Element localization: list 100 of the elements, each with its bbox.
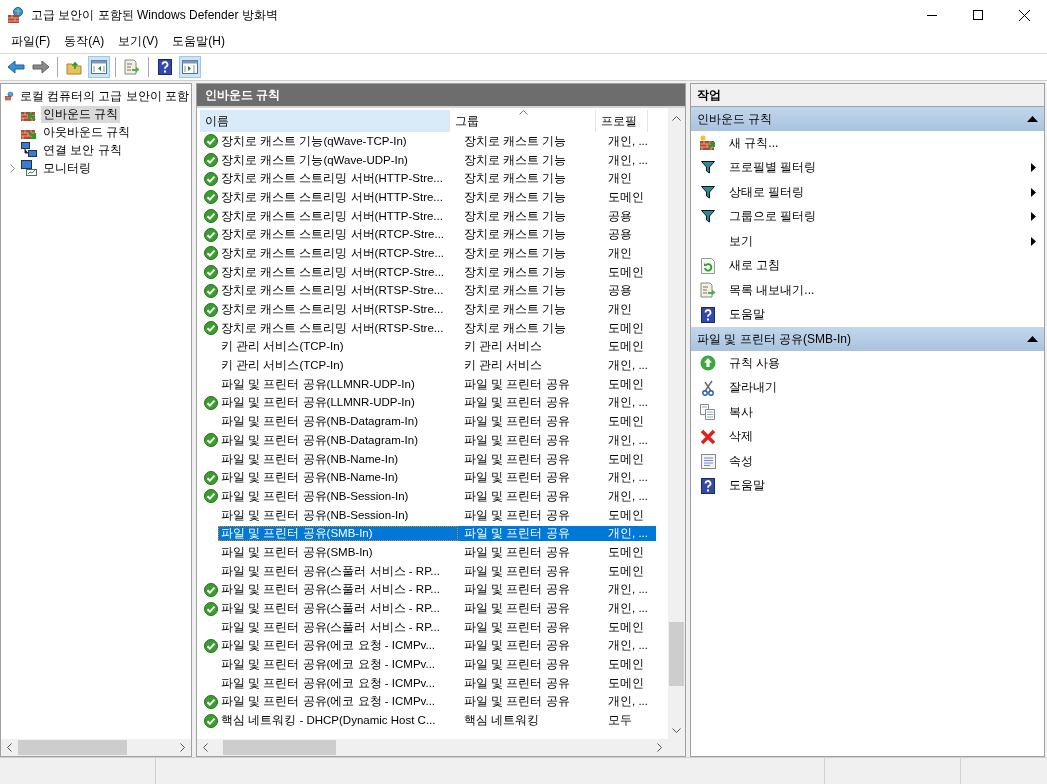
table-cell[interactable]: 파일 및 프린터 공유(NB-Name-In) bbox=[218, 451, 458, 467]
table-cell[interactable]: 파일 및 프린터 공유(SMB-In) bbox=[218, 526, 458, 542]
column-header[interactable]: 그룹 bbox=[450, 110, 596, 132]
table-cell[interactable]: 장치로 캐스트 스트리밍 서버(HTTP-Stre... bbox=[218, 171, 458, 187]
table-cell[interactable]: 파일 및 프린터 공유(스풀러 서비스 - RP... bbox=[218, 619, 458, 635]
tree-item[interactable]: 아웃바운드 규칙 bbox=[41, 123, 133, 141]
action-item[interactable]: 규칙 사용 bbox=[691, 351, 1044, 376]
sort-ascending-icon bbox=[518, 110, 528, 115]
table-cell[interactable]: 파일 및 프린터 공유(스풀러 서비스 - RP... bbox=[218, 582, 458, 598]
action-item[interactable]: 잘라내기 bbox=[691, 375, 1044, 400]
section-header[interactable]: 파일 및 프린터 공유(SMB-In) bbox=[691, 327, 1044, 351]
table-cell[interactable]: 파일 및 프린터 공유(SMB-In) bbox=[218, 544, 458, 560]
table-cell[interactable]: 파일 및 프린터 공유(스풀러 서비스 - RP... bbox=[218, 563, 458, 579]
column-header[interactable]: 이름 bbox=[200, 110, 450, 132]
forward-arrow-icon[interactable] bbox=[32, 60, 50, 74]
table-cell[interactable]: 파일 및 프린터 공유(에코 요청 - ICMPv... bbox=[218, 657, 458, 673]
export-list-icon[interactable] bbox=[124, 59, 140, 75]
table-cell[interactable]: 장치로 캐스트 스트리밍 서버(HTTP-Stre... bbox=[218, 189, 458, 205]
action-item[interactable]: 프로필별 필터링 bbox=[691, 155, 1044, 180]
menu-item[interactable]: 보기(V) bbox=[111, 31, 166, 52]
table-cell[interactable]: 파일 및 프린터 공유(LLMNR-UDP-In) bbox=[218, 395, 458, 411]
help-icon[interactable] bbox=[158, 59, 172, 75]
scroll-right-icon[interactable] bbox=[657, 743, 662, 752]
action-item[interactable]: 도움말 bbox=[691, 473, 1044, 498]
table-cell[interactable]: 파일 및 프린터 공유(에코 요청 - ICMPv... bbox=[218, 694, 458, 710]
action-item[interactable]: 새 규칙... bbox=[691, 131, 1044, 156]
scrollbar-thumb[interactable] bbox=[222, 740, 337, 755]
tree-item[interactable]: 모니터링 bbox=[41, 159, 93, 177]
table-cell[interactable]: 파일 및 프린터 공유(NB-Datagram-In) bbox=[218, 414, 458, 430]
table-cell[interactable]: 파일 및 프린터 공유(NB-Session-In) bbox=[218, 507, 458, 523]
table-cell[interactable]: 키 관리 서비스(TCP-In) bbox=[218, 339, 458, 355]
minimize-icon[interactable] bbox=[927, 14, 937, 16]
action-item[interactable]: 속성 bbox=[691, 449, 1044, 474]
section-header[interactable]: 인바운드 규칙 bbox=[691, 107, 1044, 131]
table-cell[interactable]: 장치로 캐스트 스트리밍 서버(RTSP-Stre... bbox=[218, 302, 458, 318]
table-cell[interactable]: 키 관리 서비스(TCP-In) bbox=[218, 358, 458, 374]
scroll-up-icon[interactable] bbox=[672, 115, 681, 121]
expand-chevron-icon[interactable] bbox=[9, 163, 15, 173]
table-cell[interactable]: 장치로 캐스트 스트리밍 서버(RTCP-Stre... bbox=[218, 264, 458, 280]
action-item[interactable]: 그룹으로 필터링 bbox=[691, 204, 1044, 229]
table-cell[interactable]: 파일 및 프린터 공유(LLMNR-UDP-In) bbox=[218, 376, 458, 392]
scroll-left-icon[interactable] bbox=[7, 743, 12, 752]
table-cell-text: 키 관리 서비스 bbox=[463, 339, 544, 355]
folder-icon[interactable] bbox=[66, 59, 82, 75]
action-pane-icon[interactable] bbox=[182, 60, 198, 74]
funnel-icon bbox=[701, 185, 715, 199]
menu-item[interactable]: 파일(F) bbox=[4, 31, 58, 52]
action-item[interactable]: 보기 bbox=[691, 229, 1044, 254]
table-cell[interactable]: 파일 및 프린터 공유(NB-Session-In) bbox=[218, 488, 458, 504]
table-cell[interactable]: 파일 및 프린터 공유(NB-Datagram-In) bbox=[218, 432, 458, 448]
table-cell[interactable]: 파일 및 프린터 공유(스풀러 서비스 - RP... bbox=[218, 601, 458, 617]
check-circle-icon bbox=[204, 302, 218, 317]
maximize-icon[interactable] bbox=[973, 10, 983, 20]
action-item[interactable]: 복사 bbox=[691, 400, 1044, 425]
export-list-icon[interactable] bbox=[700, 282, 716, 299]
column-header[interactable]: 프로필 bbox=[596, 110, 648, 132]
tree-item[interactable]: 인바운드 규칙 bbox=[41, 105, 121, 123]
table-cell-text: 장치로 캐스트 기능 bbox=[463, 264, 568, 280]
table-cell[interactable]: 장치로 캐스트 스트리밍 서버(HTTP-Stre... bbox=[218, 208, 458, 224]
tree-pane-icon[interactable] bbox=[91, 60, 107, 74]
action-item[interactable]: 도움말 bbox=[691, 302, 1044, 327]
help-icon[interactable] bbox=[701, 477, 715, 494]
table-cell[interactable]: 장치로 캐스트 스트리밍 서버(RTCP-Stre... bbox=[218, 227, 458, 243]
scrollbar-thumb[interactable] bbox=[18, 740, 128, 755]
help-icon[interactable] bbox=[701, 306, 715, 323]
table-cell-text: 도메인 bbox=[607, 451, 645, 467]
tree-item[interactable]: 연결 보안 규칙 bbox=[41, 141, 124, 159]
scroll-down-icon[interactable] bbox=[672, 728, 681, 733]
check-circle-icon bbox=[204, 227, 218, 242]
action-item[interactable]: 새로 고침 bbox=[691, 253, 1044, 278]
table-cell[interactable]: 장치로 캐스트 기능(qWave-TCP-In) bbox=[218, 133, 458, 149]
tree-item[interactable]: 로컬 컴퓨터의 고급 보안이 포함 bbox=[17, 87, 191, 105]
collapse-icon[interactable] bbox=[1027, 336, 1038, 342]
table-cell-text: 장치로 캐스트 기능 bbox=[463, 283, 568, 299]
table-cell[interactable]: 장치로 캐스트 스트리밍 서버(RTSP-Stre... bbox=[218, 320, 458, 336]
collapse-icon[interactable] bbox=[1027, 116, 1038, 122]
table-cell: 파일 및 프린터 공유 bbox=[458, 526, 604, 542]
funnel-icon bbox=[701, 161, 715, 175]
table-cell[interactable]: 파일 및 프린터 공유(NB-Name-In) bbox=[218, 470, 458, 486]
table-cell-text: 파일 및 프린터 공유 bbox=[463, 414, 571, 430]
scrollbar-thumb[interactable] bbox=[669, 622, 684, 686]
back-arrow-icon[interactable] bbox=[7, 60, 25, 74]
window-title: 고급 보안이 포함된 Windows Defender 방화벽 bbox=[31, 6, 278, 24]
close-icon[interactable] bbox=[1018, 9, 1030, 21]
table-cell[interactable]: 장치로 캐스트 스트리밍 서버(RTCP-Stre... bbox=[218, 245, 458, 261]
table-cell[interactable]: 파일 및 프린터 공유(에코 요청 - ICMPv... bbox=[218, 638, 458, 654]
action-item[interactable]: 삭제 bbox=[691, 424, 1044, 449]
scroll-right-icon[interactable] bbox=[180, 743, 185, 752]
action-item[interactable]: 상태로 필터링 bbox=[691, 180, 1044, 205]
table-cell[interactable]: 장치로 캐스트 스트리밍 서버(RTSP-Stre... bbox=[218, 283, 458, 299]
scroll-left-icon[interactable] bbox=[203, 743, 208, 752]
check-circle-icon bbox=[204, 134, 218, 149]
table-cell-text: 파일 및 프린터 공유 bbox=[463, 395, 571, 411]
table-cell-text: 장치로 캐스트 기능 bbox=[463, 320, 568, 336]
menu-item[interactable]: 도움말(H) bbox=[165, 31, 232, 52]
table-cell[interactable]: 장치로 캐스트 기능(qWave-UDP-In) bbox=[218, 152, 458, 168]
action-item[interactable]: 목록 내보내기... bbox=[691, 278, 1044, 303]
table-cell[interactable]: 파일 및 프린터 공유(에코 요청 - ICMPv... bbox=[218, 675, 458, 691]
table-cell[interactable]: 핵심 네트워킹 - DHCP(Dynamic Host C... bbox=[218, 713, 458, 729]
menu-item[interactable]: 동작(A) bbox=[57, 31, 112, 52]
